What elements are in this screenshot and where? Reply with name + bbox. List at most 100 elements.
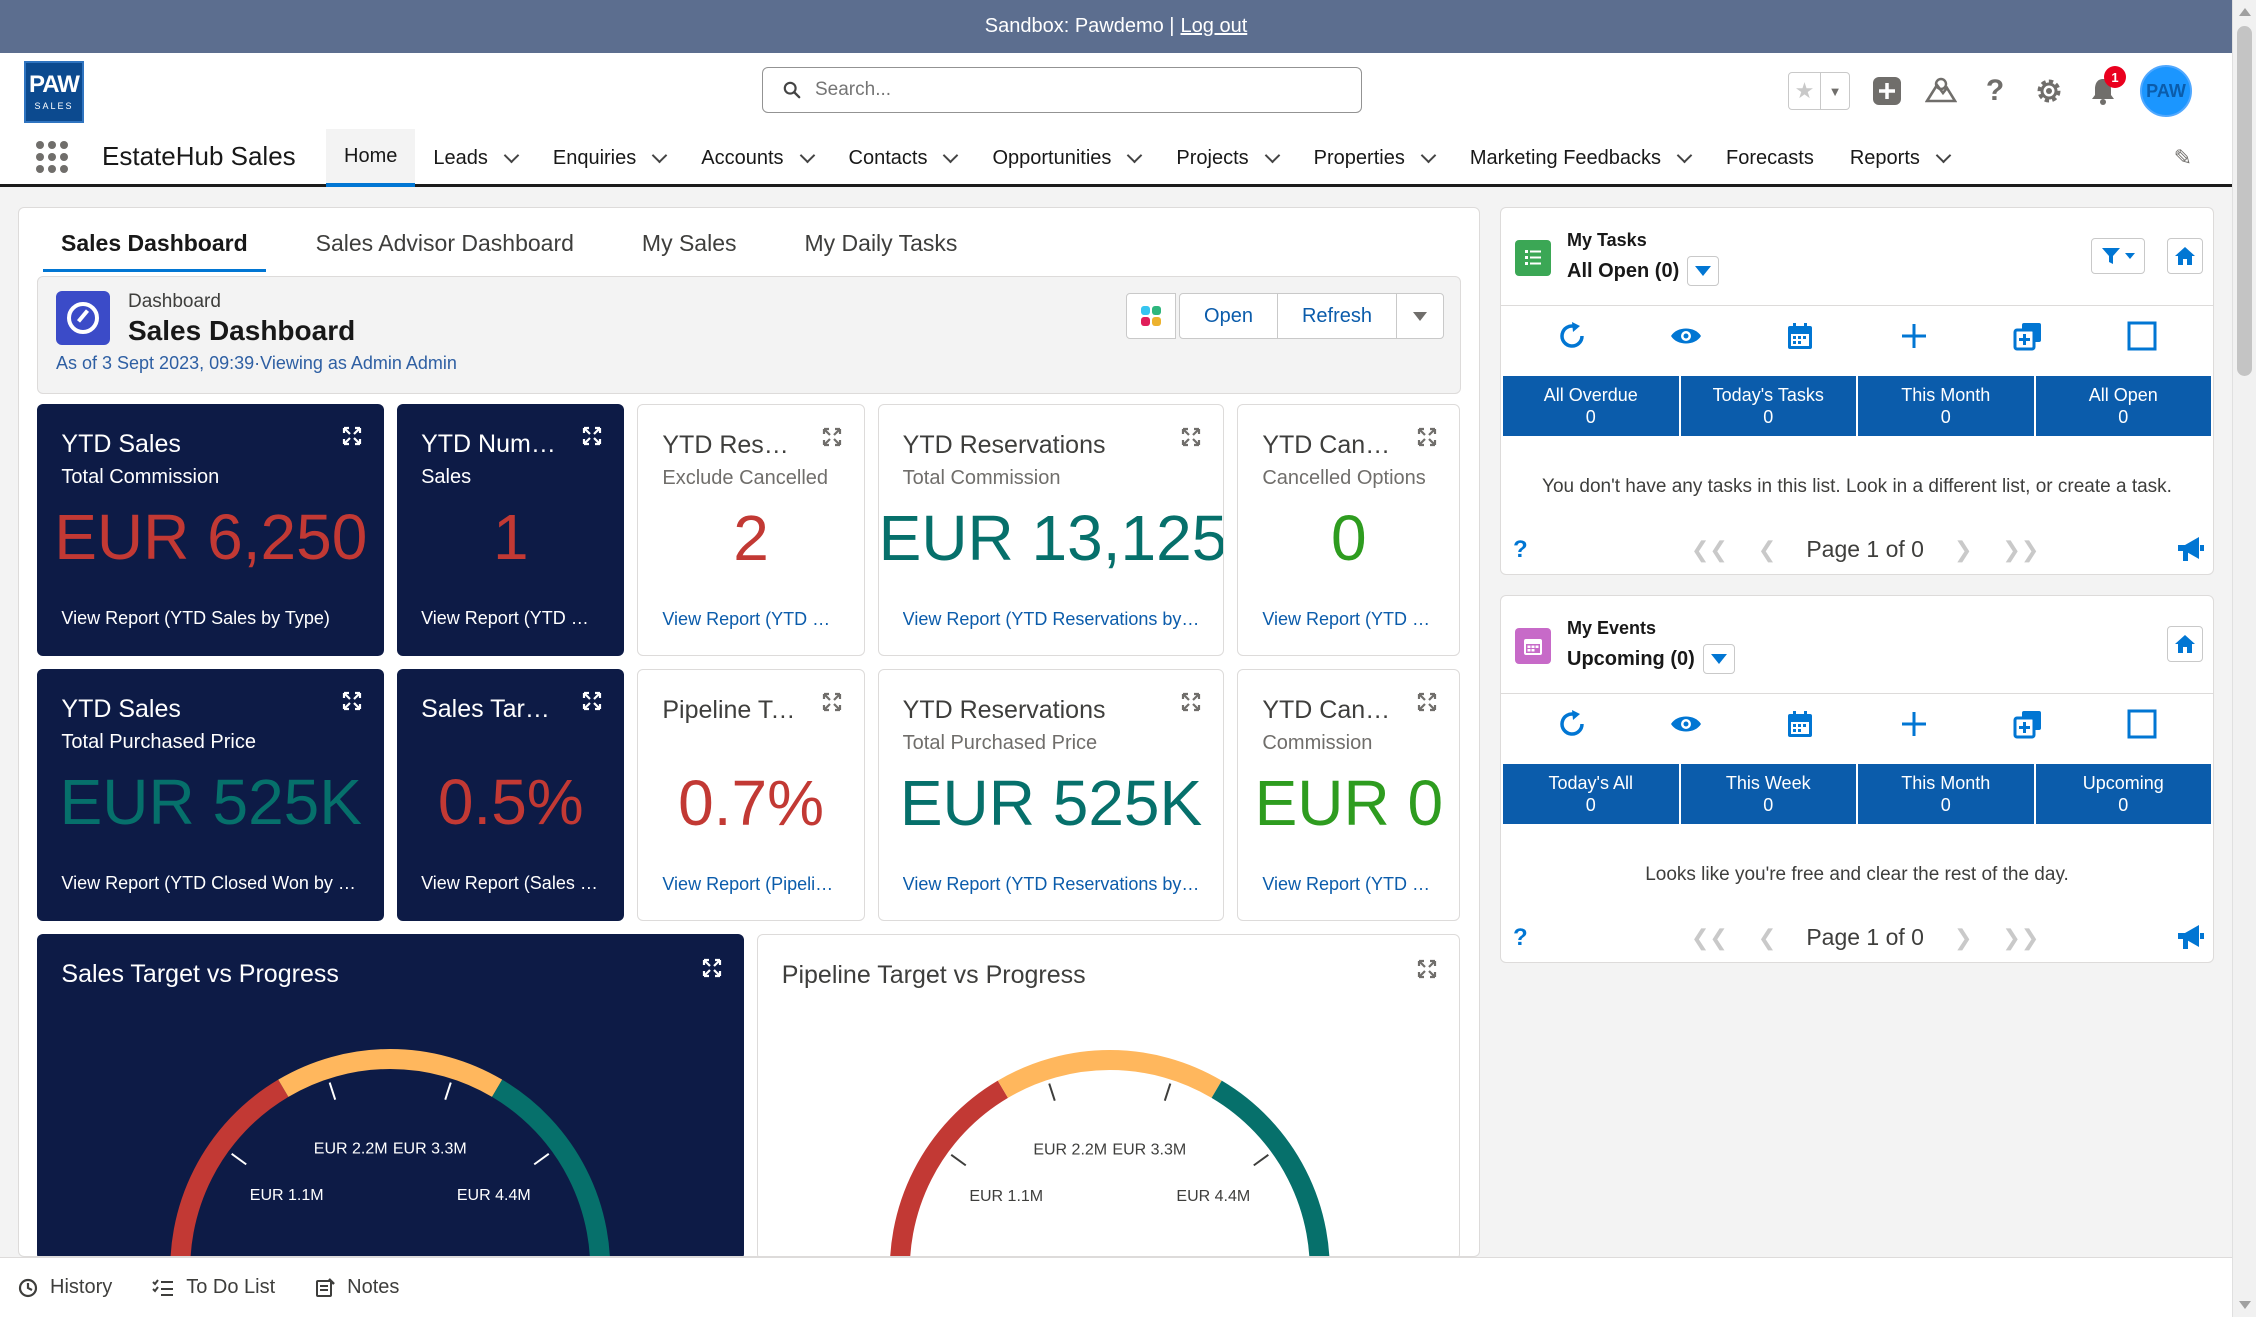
view-report-link[interactable]: View Report (YTD … (662, 609, 843, 630)
refresh-icon[interactable] (1554, 706, 1590, 742)
add-icon[interactable] (1896, 706, 1932, 742)
select-checkbox-icon[interactable] (2124, 318, 2160, 354)
next-page-icon[interactable]: ❯ (1954, 925, 1972, 951)
new-window-icon[interactable] (2010, 318, 2046, 354)
metric-tile[interactable]: Sales Targ… 0.5% View Report (Sales … (397, 669, 625, 922)
chevron-down-icon[interactable] (1935, 147, 1952, 163)
nav-tab-home[interactable]: Home (326, 129, 416, 187)
calendar-icon[interactable] (1782, 706, 1818, 742)
user-avatar[interactable]: PAW (2140, 65, 2192, 117)
favorites-dropdown-icon[interactable]: ▼ (1821, 73, 1849, 109)
utility-notes[interactable]: Notes (315, 1276, 399, 1299)
expand-icon[interactable] (582, 691, 602, 711)
expand-icon[interactable] (582, 426, 602, 446)
prev-page-icon[interactable]: ❮ (1758, 537, 1776, 563)
tasks-filter-today-s-tasks[interactable]: Today's Tasks 0 (1680, 376, 1856, 436)
subtab-sales-advisor-dashboard[interactable]: Sales Advisor Dashboard (298, 220, 592, 272)
next-page-icon[interactable]: ❯ (1954, 537, 1972, 563)
refresh-button[interactable]: Refresh (1276, 293, 1397, 339)
view-report-link[interactable]: View Report (YTD Closed Won by … (61, 873, 364, 894)
utility-todo[interactable]: To Do List (152, 1276, 275, 1299)
events-home-button[interactable] (2167, 626, 2203, 662)
app-logo[interactable]: PAW SALES (24, 61, 84, 123)
expand-icon[interactable] (822, 427, 842, 447)
notifications-icon[interactable]: 1 (2086, 66, 2126, 108)
calendar-icon[interactable] (1782, 318, 1818, 354)
view-report-link[interactable]: View Report (YTD … (1262, 874, 1439, 895)
nav-tab-enquiries[interactable]: Enquiries (535, 129, 683, 187)
view-report-link[interactable]: View Report (YTD Reservations by… (903, 609, 1204, 630)
add-icon[interactable] (1896, 318, 1932, 354)
slack-button[interactable] (1126, 293, 1177, 339)
expand-icon[interactable] (1417, 959, 1437, 979)
megaphone-icon[interactable] (2175, 534, 2205, 569)
chevron-down-icon[interactable] (1676, 147, 1693, 163)
tasks-filter-this-month[interactable]: This Month 0 (1858, 376, 2034, 436)
last-page-icon[interactable]: ❯❯ (2002, 925, 2039, 951)
tasks-filter-all-open[interactable]: All Open 0 (2035, 376, 2211, 436)
nav-tab-forecasts[interactable]: Forecasts (1708, 129, 1832, 187)
view-report-link[interactable]: View Report (YTD … (1262, 609, 1439, 630)
app-launcher-icon[interactable] (36, 141, 68, 173)
eye-icon[interactable] (1668, 706, 1704, 742)
view-report-link[interactable]: View Report (YTD Sales by Type) (61, 608, 364, 629)
gear-icon[interactable] (2032, 74, 2066, 108)
tasks-filter-button[interactable] (2091, 238, 2145, 274)
events-filter-today-s-all[interactable]: Today's All 0 (1503, 764, 1679, 824)
expand-icon[interactable] (1417, 692, 1437, 712)
logout-link[interactable]: Log out (1181, 15, 1248, 38)
metric-tile[interactable]: YTD Sales Total Purchased Price EUR 525K Vi… (37, 669, 385, 922)
expand-icon[interactable] (702, 958, 722, 978)
expand-icon[interactable] (822, 692, 842, 712)
chevron-down-icon[interactable] (503, 147, 520, 163)
chevron-down-icon[interactable] (1264, 147, 1280, 163)
subtab-my-sales[interactable]: My Sales (624, 220, 755, 272)
metric-tile[interactable]: YTD Sales Total Commission EUR 6,250 View R… (37, 404, 385, 657)
metric-tile[interactable]: YTD Reservations Total Commission EUR 13,1… (877, 404, 1225, 657)
eye-icon[interactable] (1668, 318, 1704, 354)
search-input[interactable] (815, 79, 1361, 101)
chevron-down-icon[interactable] (943, 147, 959, 163)
nav-tab-properties[interactable]: Properties (1296, 129, 1452, 187)
metric-tile[interactable]: YTD Reser… Exclude Cancelled 2 View Report … (637, 404, 865, 657)
scroll-up-arrow[interactable] (2239, 8, 2251, 16)
expand-icon[interactable] (342, 426, 362, 446)
scroll-thumb[interactable] (2237, 26, 2252, 376)
utility-history[interactable]: History (18, 1276, 112, 1299)
metric-tile[interactable]: YTD Reservations Total Purchased Price EUR… (877, 669, 1225, 922)
expand-icon[interactable] (1181, 427, 1201, 447)
events-filter-this-week[interactable]: This Week 0 (1680, 764, 1856, 824)
nav-tab-marketing-feedbacks[interactable]: Marketing Feedbacks (1452, 129, 1708, 187)
help-icon[interactable]: ? (1513, 924, 1528, 952)
last-page-icon[interactable]: ❯❯ (2002, 537, 2039, 563)
chevron-down-icon[interactable] (1420, 147, 1437, 163)
help-icon[interactable]: ? (1513, 536, 1528, 564)
refresh-icon[interactable] (1554, 318, 1590, 354)
trailhead-icon[interactable] (1924, 74, 1958, 108)
gauge-chart-card[interactable]: Sales Target vs ProgressEUR 0EUR 1.1MEUR… (37, 934, 744, 1256)
nav-tab-leads[interactable]: Leads (415, 129, 535, 187)
star-icon[interactable]: ★ (1789, 73, 1821, 109)
help-icon[interactable]: ? (1978, 74, 2012, 108)
first-page-icon[interactable]: ❮❮ (1691, 537, 1728, 563)
new-window-icon[interactable] (2010, 706, 2046, 742)
gauge-chart-card[interactable]: Pipeline Target vs ProgressEUR 0EUR 1.1M… (756, 934, 1461, 1256)
expand-icon[interactable] (1181, 692, 1201, 712)
nav-tab-contacts[interactable]: Contacts (831, 129, 975, 187)
subtab-sales-dashboard[interactable]: Sales Dashboard (43, 220, 266, 272)
nav-tab-opportunities[interactable]: Opportunities (974, 129, 1158, 187)
metric-tile[interactable]: Pipeline Ta… 0.7% View Report (Pipeli… (637, 669, 865, 922)
global-search[interactable] (762, 67, 1362, 113)
metric-tile[interactable]: YTD Canc… Commission EUR 0 View Report (YTD… (1237, 669, 1461, 922)
chevron-down-icon[interactable] (1127, 147, 1143, 163)
scroll-down-arrow[interactable] (2239, 1301, 2251, 1309)
open-button[interactable]: Open (1179, 293, 1278, 339)
events-filter-this-month[interactable]: This Month 0 (1858, 764, 2034, 824)
events-filter-upcoming[interactable]: Upcoming 0 (2035, 764, 2211, 824)
metric-tile[interactable]: YTD Numb… Sales 1 View Report (YTD … (397, 404, 625, 657)
subtab-my-daily-tasks[interactable]: My Daily Tasks (787, 220, 976, 272)
chevron-down-icon[interactable] (651, 147, 668, 163)
more-actions-button[interactable] (1396, 293, 1444, 339)
select-checkbox-icon[interactable] (2124, 706, 2160, 742)
nav-tab-reports[interactable]: Reports (1832, 129, 1967, 187)
